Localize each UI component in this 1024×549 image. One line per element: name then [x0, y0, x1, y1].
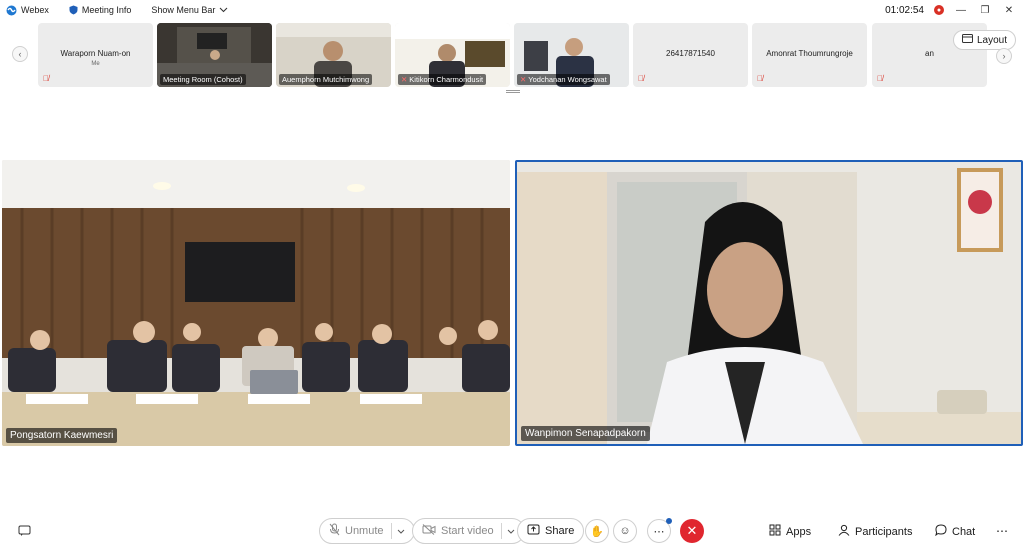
apps-button[interactable]: Apps — [769, 524, 811, 539]
shield-icon — [69, 5, 78, 15]
chevron-down-icon[interactable] — [397, 525, 405, 537]
video-pane-right-active-speaker[interactable]: Wanpimon Senapadpakorn — [515, 160, 1023, 446]
meeting-controls: Unmute Start video Share ✋ ☺ ⋯ ✕ Apps Pa… — [0, 516, 1024, 546]
divider — [390, 523, 392, 539]
titlebar-right: 01:02:54 ● — ❐ ✕ — [885, 0, 1016, 20]
meeting-info-button[interactable]: Meeting Info — [69, 5, 132, 15]
participant-name: 26417871540 — [666, 49, 715, 58]
chat-label: Chat — [952, 525, 976, 538]
layout-button[interactable]: Layout — [952, 30, 1016, 50]
close-icon[interactable]: ✕ — [1002, 3, 1016, 17]
muted-mic-icon — [329, 523, 340, 539]
title-bar: Webex Meeting Info Show Menu Bar 01:02:5… — [0, 0, 1024, 20]
raise-hand-icon[interactable]: ✋ — [585, 519, 609, 543]
participant-name: Auemphorn Mutchimwong — [279, 74, 373, 85]
participant-name: an — [925, 49, 934, 58]
recording-icon[interactable]: ● — [934, 5, 944, 15]
participant-name: Meeting Room (Cohost) — [160, 74, 246, 85]
participant-name: ✕ Yodchanan Wongsawat — [517, 74, 610, 85]
app-name: Webex — [21, 5, 49, 15]
muted-mic-icon: 🎙̸ — [638, 74, 644, 83]
muted-mic-icon: ✕ — [520, 75, 527, 84]
participant-name-text: Yodchanan Wongsawat — [528, 75, 607, 84]
participant-tile[interactable]: ✕ Kitikorn Charmondusit — [395, 23, 510, 87]
participant-tile[interactable]: Auemphorn Mutchimwong — [276, 23, 391, 87]
more-options-icon[interactable]: ⋯ — [647, 518, 672, 543]
filmstrip-resize-handle[interactable] — [506, 90, 520, 93]
participant-name: Waraporn Nuam-on — [60, 49, 131, 58]
meeting-room-video — [2, 160, 510, 446]
restore-icon[interactable]: ❐ — [978, 3, 992, 17]
video-off-icon — [422, 524, 436, 538]
participant-tile[interactable]: 26417871540 🎙̸ — [633, 23, 748, 87]
captions-icon[interactable] — [12, 519, 36, 543]
speaker-video — [517, 162, 1021, 444]
participant-name-text: Kitikorn Charmondusit — [409, 75, 484, 84]
show-menu-bar-button[interactable]: Show Menu Bar — [151, 5, 228, 15]
participant-name: ✕ Kitikorn Charmondusit — [398, 74, 487, 85]
video-pane-name: Pongsatorn Kaewmesri — [6, 428, 118, 443]
video-pane-name: Wanpimon Senapadpakorn — [521, 426, 650, 441]
participant-tile[interactable]: Waraporn Nuam-on Me 🎙̸ — [38, 23, 153, 87]
muted-mic-icon: 🎙̸ — [877, 74, 883, 83]
share-button[interactable]: Share — [517, 518, 585, 544]
app-brand: Webex — [6, 5, 49, 16]
participant-filmstrip: ‹ Waraporn Nuam-on Me 🎙̸ Meeting Room (C… — [0, 22, 1024, 88]
chat-icon — [935, 524, 947, 539]
share-label: Share — [545, 525, 575, 537]
webex-logo-icon — [6, 5, 17, 16]
muted-mic-icon: 🎙̸ — [757, 74, 763, 83]
apps-icon — [769, 524, 781, 539]
start-video-button[interactable]: Start video — [412, 518, 525, 544]
divider — [500, 523, 502, 539]
chevron-down-icon[interactable] — [507, 525, 515, 537]
muted-mic-icon: ✕ — [401, 75, 408, 84]
chat-button[interactable]: Chat — [935, 524, 975, 539]
start-video-label: Start video — [441, 525, 494, 537]
unmute-label: Unmute — [345, 525, 384, 537]
layout-icon — [961, 34, 973, 46]
participants-button[interactable]: Participants — [838, 524, 912, 539]
more-menu-icon[interactable]: ⋯ — [996, 524, 1008, 538]
video-pane-left[interactable]: Pongsatorn Kaewmesri — [2, 160, 510, 446]
participants-icon — [838, 524, 850, 539]
participants-label: Participants — [855, 525, 913, 538]
apps-label: Apps — [786, 525, 812, 538]
minimize-icon[interactable]: — — [954, 3, 968, 17]
reactions-icon[interactable]: ☺ — [613, 519, 637, 543]
scroll-left-icon[interactable]: ‹ — [12, 46, 28, 62]
participant-name: Amonrat Thoumrungroje — [766, 49, 853, 58]
share-icon — [527, 524, 540, 538]
participant-tile[interactable]: Amonrat Thoumrungroje 🎙̸ — [752, 23, 867, 87]
muted-mic-icon: 🎙̸ — [43, 74, 49, 83]
unmute-button[interactable]: Unmute — [319, 518, 415, 544]
layout-label: Layout — [976, 34, 1007, 46]
scroll-right-icon[interactable]: › — [996, 48, 1012, 64]
meeting-info-label: Meeting Info — [81, 5, 132, 15]
participant-self-label: Me — [91, 61, 100, 67]
chevron-down-icon — [219, 7, 228, 13]
show-menu-bar-label: Show Menu Bar — [151, 5, 216, 15]
leave-meeting-button[interactable]: ✕ — [680, 519, 704, 543]
participant-tile[interactable]: ✕ Yodchanan Wongsawat — [514, 23, 629, 87]
close-icon: ✕ — [686, 523, 698, 538]
meeting-timer: 01:02:54 — [885, 4, 924, 16]
notification-dot — [666, 518, 672, 524]
participant-tile[interactable]: Meeting Room (Cohost) — [157, 23, 272, 87]
